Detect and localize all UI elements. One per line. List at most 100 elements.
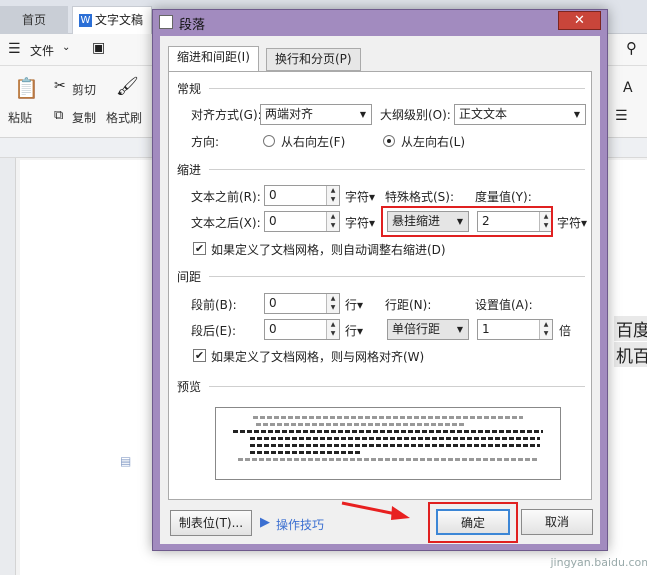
spin-down-icon[interactable]: ▼ (327, 303, 339, 312)
alignment-select[interactable]: 两端对齐 ▼ (260, 104, 372, 125)
space-before-unit[interactable]: 行▾ (345, 296, 363, 313)
rtl-radio[interactable] (263, 135, 275, 147)
line-spacing-label: 行距(N): (385, 298, 432, 312)
measure-label: 度量值(Y): (475, 190, 532, 204)
preview-line (250, 437, 540, 440)
menu-file[interactable]: 文件 (30, 42, 54, 59)
dialog-client: 缩进和间距(I) 换行和分页(P) 常规 对齐方式(G): 两端对齐 ▼ 大纲级别… (160, 36, 600, 544)
highlight-box (428, 502, 518, 543)
line-spacing-value: 单倍行距 (392, 322, 441, 336)
close-button[interactable]: ✕ (558, 11, 601, 30)
indent-after-label: 文本之后(X): (191, 216, 261, 230)
save-icon[interactable]: ▣ (92, 40, 105, 56)
copy-icon: ⧉ (54, 108, 64, 123)
paragraph-preview (215, 407, 561, 480)
spin-buttons[interactable]: ▲ ▼ (539, 320, 552, 339)
brush-icon[interactable]: 🖌 (116, 76, 139, 97)
outline-level-select[interactable]: 正文文本 ▼ (454, 104, 586, 125)
spin-up-icon[interactable]: ▲ (540, 320, 552, 329)
spin-up-icon[interactable]: ▲ (327, 294, 339, 303)
tab-document[interactable]: W 文字文稿 (72, 6, 152, 34)
spin-buttons[interactable]: ▲ ▼ (326, 294, 339, 313)
direction-label: 方向: (191, 135, 220, 149)
tab-stops-button[interactable]: 制表位(T)... (170, 510, 252, 536)
preview-line (253, 416, 523, 419)
preview-line (233, 430, 543, 433)
setting-value: 1 (482, 322, 490, 336)
menu-icon[interactable]: ☰ (8, 41, 21, 57)
divider (209, 169, 585, 170)
spin-buttons[interactable]: ▲ ▼ (326, 186, 339, 205)
spin-down-icon[interactable]: ▼ (327, 221, 339, 230)
spin-down-icon[interactable]: ▼ (327, 195, 339, 204)
spin-buttons[interactable]: ▲ ▼ (326, 212, 339, 231)
auto-adjust-label[interactable]: 如果定义了文档网格，则自动调整右缩进(D) (211, 241, 446, 258)
play-circle-icon[interactable]: ▶ (260, 515, 270, 530)
tab-home[interactable]: 首页 (0, 6, 68, 34)
measure-unit[interactable]: 字符▾ (557, 214, 587, 231)
cut-button[interactable]: 剪切 (72, 81, 96, 98)
space-after-value: 0 (269, 322, 277, 336)
chevron-down-icon: ▼ (456, 325, 464, 334)
section-general: 常规 (177, 82, 202, 96)
indent-before-label: 文本之前(R): (191, 190, 261, 204)
document-text-line-2: 机百 (614, 342, 647, 367)
highlight-box (381, 206, 553, 237)
line-spacing-select[interactable]: 单倍行距 ▼ (387, 319, 469, 340)
spin-down-icon[interactable]: ▼ (540, 329, 552, 338)
ltr-label[interactable]: 从左向右(L) (401, 133, 465, 150)
cancel-button[interactable]: 取消 (521, 509, 593, 535)
indent-after-input[interactable]: 0 ▲ ▼ (264, 211, 340, 232)
preview-line (250, 444, 540, 447)
auto-adjust-checkbox[interactable]: ✔ (193, 242, 206, 255)
space-before-value: 0 (269, 296, 277, 310)
paste-button[interactable]: 粘贴 (8, 109, 32, 126)
indent-before-value: 0 (269, 188, 277, 202)
divider (209, 88, 585, 89)
preview-line (238, 458, 538, 461)
scissors-icon: ✂ (54, 78, 66, 94)
space-after-label: 段后(E): (191, 324, 236, 338)
format-icon[interactable]: A (623, 80, 633, 96)
outline-value: 正文文本 (459, 107, 508, 121)
chevron-down-icon: ▼ (573, 110, 581, 119)
space-after-input[interactable]: 0 ▲ ▼ (264, 319, 340, 340)
setting-input[interactable]: 1 ▲ ▼ (477, 319, 553, 340)
alignment-label: 对齐方式(G): (191, 108, 262, 122)
divider (209, 276, 585, 277)
chevron-down-icon: ▼ (359, 110, 367, 119)
dialog-titlebar[interactable]: 段落 ✕ (153, 10, 607, 34)
copy-button[interactable]: 复制 (72, 109, 96, 126)
indent-after-unit[interactable]: 字符▾ (345, 214, 375, 231)
paste-icon[interactable]: 📋 (14, 76, 39, 100)
format-painter-button[interactable]: 格式刷 (106, 109, 142, 126)
indent-before-unit[interactable]: 字符▾ (345, 188, 375, 205)
section-preview: 预览 (177, 380, 202, 394)
spin-down-icon[interactable]: ▼ (327, 329, 339, 338)
space-after-unit[interactable]: 行▾ (345, 322, 363, 339)
ltr-radio[interactable] (383, 135, 395, 147)
section-indent: 缩进 (177, 163, 202, 177)
indent-before-input[interactable]: 0 ▲ ▼ (264, 185, 340, 206)
spin-up-icon[interactable]: ▲ (327, 320, 339, 329)
divider (209, 386, 585, 387)
watermark: jingyan.baidu.com (550, 556, 647, 569)
tab-indent-spacing[interactable]: 缩进和间距(I) (168, 46, 259, 72)
search-icon[interactable]: ⚲ (626, 39, 637, 57)
snap-grid-checkbox[interactable]: ✔ (193, 349, 206, 362)
tips-link[interactable]: 操作技巧 (276, 516, 324, 533)
snap-grid-label[interactable]: 如果定义了文档网格，则与网格对齐(W) (211, 348, 424, 365)
paragraph-dialog: 段落 ✕ 缩进和间距(I) 换行和分页(P) 常规 对齐方式(G): 两端对齐 ▼… (152, 9, 608, 551)
spin-buttons[interactable]: ▲ ▼ (326, 320, 339, 339)
rtl-label[interactable]: 从右向左(F) (281, 133, 345, 150)
preview-line (250, 451, 360, 454)
indent-after-value: 0 (269, 214, 277, 228)
spin-up-icon[interactable]: ▲ (327, 186, 339, 195)
tab-line-page-break[interactable]: 换行和分页(P) (266, 48, 361, 71)
line-spacing-icon[interactable]: ☰ (615, 108, 628, 124)
dialog-title: 段落 (179, 18, 206, 33)
wps-writer-icon: W (79, 14, 92, 27)
chevron-down-icon[interactable]: ⌄ (62, 42, 70, 53)
space-before-input[interactable]: 0 ▲ ▼ (264, 293, 340, 314)
spin-up-icon[interactable]: ▲ (327, 212, 339, 221)
